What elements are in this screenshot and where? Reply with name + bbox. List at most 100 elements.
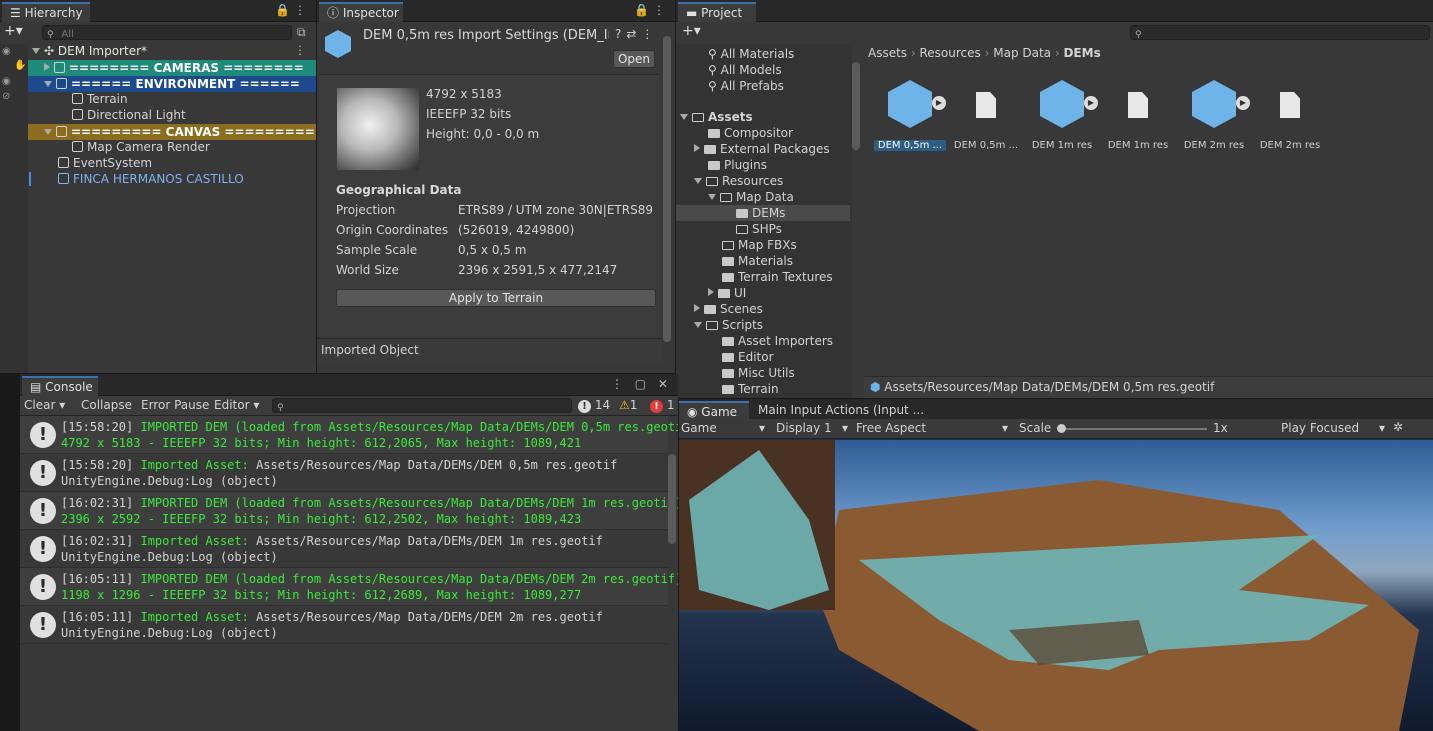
tree-item[interactable]: Terrain: [722, 381, 852, 397]
projection-value[interactable]: ETRS89 / UTM zone 30N|ETRS89|: [458, 203, 652, 217]
log-entry[interactable]: ! [16:02:31] IMPORTED DEM (loaded from A…: [20, 492, 678, 530]
hierarchy-item-cameras[interactable]: ======== CAMERAS ========: [28, 60, 316, 76]
favorite-item[interactable]: ⚲ All Materials: [708, 46, 852, 62]
clear-button[interactable]: Clear ▾: [24, 398, 65, 412]
tab-inspector[interactable]: ⓘ Inspector: [319, 2, 403, 22]
tree-item[interactable]: Scenes: [694, 301, 852, 317]
tree-item[interactable]: Scripts: [694, 317, 852, 333]
editor-dropdown[interactable]: Editor ▾: [214, 398, 259, 412]
tree-item[interactable]: Editor: [722, 349, 852, 365]
hand-icon[interactable]: ✋: [14, 60, 26, 71]
project-search-input[interactable]: ⚲: [1130, 25, 1430, 40]
tree-item[interactable]: Map Data: [708, 189, 852, 205]
eye-icon[interactable]: ◉: [2, 76, 11, 87]
log-entry[interactable]: ! [16:02:31] Imported Asset: Assets/Reso…: [20, 530, 668, 568]
log-entry[interactable]: ! [16:05:11] IMPORTED DEM (loaded from A…: [20, 568, 678, 606]
tree-item[interactable]: Resources: [694, 173, 852, 189]
tab-game[interactable]: ◉ Game: [679, 401, 749, 421]
breadcrumb-item[interactable]: Resources: [920, 46, 981, 60]
collapse-button[interactable]: Collapse: [81, 398, 132, 412]
tree-item[interactable]: Terrain Textures: [722, 269, 852, 285]
tree-item-assets[interactable]: Assets: [680, 109, 852, 125]
warning-count-toggle[interactable]: ⚠1: [619, 398, 637, 412]
breadcrumb-item[interactable]: Map Data: [993, 46, 1051, 60]
expand-icon[interactable]: [694, 144, 700, 152]
hierarchy-add-button[interactable]: +▾: [4, 23, 23, 39]
info-count-toggle[interactable]: ! 14: [578, 398, 610, 413]
play-focused-dropdown[interactable]: Play Focused ▾: [1281, 421, 1385, 435]
expand-icon[interactable]: [680, 114, 688, 120]
eye-icon[interactable]: ◉: [2, 46, 11, 57]
asset-tile[interactable]: ▶ DEM 0,5m ...: [874, 76, 946, 151]
error-pause-button[interactable]: Error Pause: [141, 398, 209, 412]
favorite-item[interactable]: ⚲ All Models: [708, 62, 852, 78]
console-scrollbar[interactable]: [668, 454, 676, 544]
tree-item[interactable]: Misc Utils: [722, 365, 852, 381]
expand-icon[interactable]: [694, 322, 702, 328]
tab-hierarchy[interactable]: ☰ Hierarchy: [2, 2, 90, 22]
hierarchy-item-canvas[interactable]: ========= CANVAS =========: [28, 124, 316, 140]
tab-console[interactable]: ▤ Console: [22, 376, 98, 396]
asset-tile[interactable]: ▶ DEM 1m res: [1026, 76, 1098, 151]
hierarchy-item-terrain[interactable]: Terrain: [72, 91, 316, 107]
inspector-tab-controls[interactable]: 🔒⋮: [634, 3, 669, 17]
hierarchy-search-input[interactable]: ⚲ All: [42, 25, 292, 40]
tree-item[interactable]: Materials: [722, 253, 852, 269]
hierarchy-item-environment[interactable]: ====== ENVIRONMENT ======: [28, 76, 316, 92]
inspector-header-icons[interactable]: ?⇄⋮: [615, 27, 658, 41]
tree-item[interactable]: Plugins: [708, 157, 852, 173]
slider-handle[interactable]: [1057, 424, 1066, 433]
asset-tile[interactable]: DEM 2m res: [1254, 76, 1326, 151]
aspect-dropdown[interactable]: Free Aspect ▾: [856, 421, 1008, 435]
breadcrumb-item[interactable]: Assets: [868, 46, 907, 60]
game-mode-dropdown[interactable]: Game ▾: [681, 421, 765, 435]
hierarchy-tab-controls[interactable]: 🔒⋮: [275, 3, 310, 17]
tab-input-actions[interactable]: Main Input Actions (Input ...: [758, 403, 924, 417]
log-entry[interactable]: ! [15:58:20] IMPORTED DEM (loaded from A…: [20, 416, 678, 454]
expand-icon[interactable]: [32, 48, 40, 54]
expand-icon[interactable]: [44, 81, 52, 87]
hidden-eye-icon[interactable]: ⊘: [2, 91, 10, 102]
tree-item[interactable]: UI: [708, 285, 852, 301]
asset-tile[interactable]: DEM 1m res: [1102, 76, 1174, 151]
search-filter-icon[interactable]: ⧉: [297, 25, 306, 40]
apply-to-terrain-button[interactable]: Apply to Terrain: [336, 289, 656, 307]
tree-scrollbar[interactable]: [852, 62, 860, 150]
project-add-button[interactable]: +▾: [682, 23, 701, 39]
hierarchy-item-finca[interactable]: FINCA HERMANOS CASTILLO: [58, 171, 316, 187]
log-entry[interactable]: ! [16:05:11] Imported Asset: Assets/Reso…: [20, 606, 668, 644]
world-size-value[interactable]: 2396 x 2591,5 x 477,2147: [458, 263, 617, 277]
display-dropdown[interactable]: Display 1 ▾: [776, 421, 848, 435]
breadcrumb-item[interactable]: DEMs: [1063, 46, 1100, 60]
hierarchy-item-eventsystem[interactable]: EventSystem: [58, 155, 316, 171]
hierarchy-item-directional-light[interactable]: Directional Light: [72, 107, 316, 123]
sample-scale-value[interactable]: 0,5 x 0,5 m: [458, 243, 526, 257]
error-count-toggle[interactable]: ! 1: [650, 398, 674, 413]
expand-icon[interactable]: [44, 129, 52, 135]
scene-menu-icon[interactable]: ⋮: [294, 43, 306, 57]
asset-tile[interactable]: ▶ DEM 2m res: [1178, 76, 1250, 151]
expand-icon[interactable]: [694, 178, 702, 184]
open-button[interactable]: Open: [613, 50, 655, 68]
game-viewport[interactable]: [679, 440, 1433, 731]
expand-icon[interactable]: [44, 63, 50, 71]
expand-icon[interactable]: [708, 288, 714, 296]
origin-value[interactable]: (526019, 4249800): [458, 223, 574, 237]
tree-item-dems[interactable]: DEMs: [676, 205, 850, 221]
tree-item[interactable]: Compositor: [708, 125, 852, 141]
log-entry[interactable]: ! [15:58:20] Imported Asset: Assets/Reso…: [20, 454, 668, 492]
console-window-controls[interactable]: ⋮ ▢ ✕: [611, 377, 672, 391]
favorite-item[interactable]: ⚲ All Prefabs: [708, 78, 852, 94]
console-search-input[interactable]: ⚲: [272, 398, 572, 413]
tree-item[interactable]: Asset Importers: [722, 333, 852, 349]
scene-row[interactable]: ✣ DEM Importer*: [32, 43, 316, 59]
hierarchy-item-map-camera-render[interactable]: Map Camera Render: [72, 139, 316, 155]
asset-tile[interactable]: DEM 0,5m ...: [950, 76, 1022, 151]
expand-icon[interactable]: [694, 304, 700, 312]
tab-project[interactable]: ▬ Project: [678, 2, 756, 22]
tree-item[interactable]: External Packages: [694, 141, 852, 157]
bug-icon[interactable]: ✲: [1393, 420, 1403, 434]
scale-slider[interactable]: [1057, 424, 1207, 433]
inspector-scrollbar[interactable]: [663, 36, 671, 342]
expand-icon[interactable]: [708, 194, 716, 200]
